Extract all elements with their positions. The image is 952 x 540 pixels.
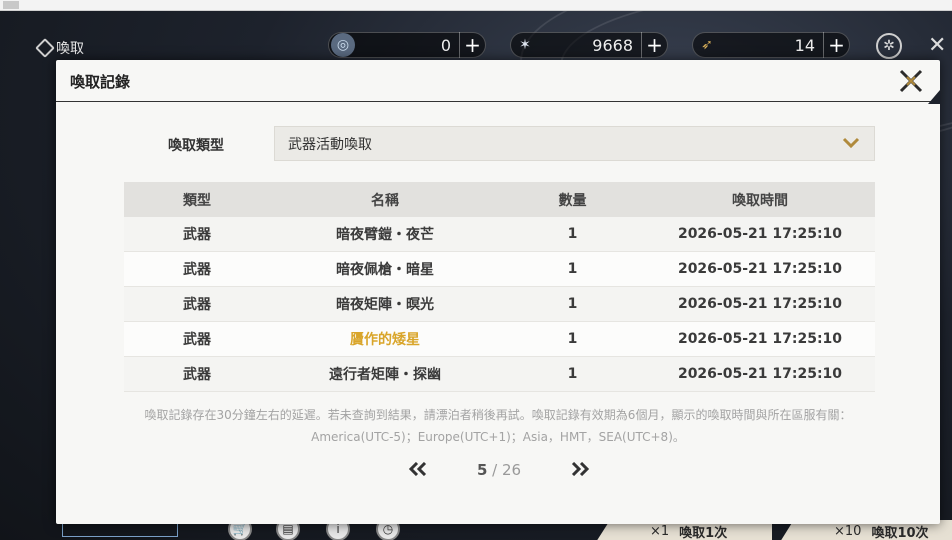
hud-close-icon[interactable]: ✕ — [928, 33, 946, 58]
row-time: 2026-05-21 17:25:10 — [677, 296, 843, 312]
table-body: 武器 暗夜臂鎧・夜芒 1 2026-05-21 17:25:10 武器 暗夜佩槍… — [124, 217, 875, 392]
notice-text: 喚取記錄存在30分鐘左右的延遲。若未查詢到結果，請漂泊者稍後再試。喚取記錄有效期… — [116, 404, 880, 448]
row-name: 暗夜佩槍・暗星 — [336, 262, 434, 278]
table-row: 武器 暗夜臂鎧・夜芒 1 2026-05-21 17:25:10 — [124, 217, 875, 252]
row-type: 武器 — [183, 297, 211, 313]
currency-star: ✶ 9668 + — [510, 32, 668, 58]
row-type: 武器 — [183, 367, 211, 383]
pull-once-count: ×1 — [650, 523, 670, 539]
row-time: 2026-05-21 17:25:10 — [677, 366, 843, 382]
row-quantity: 1 — [567, 296, 578, 312]
hud-title-text: 喚取 — [56, 41, 84, 57]
add-crystal-button[interactable]: + — [459, 32, 485, 58]
row-quantity: 1 — [567, 226, 578, 242]
row-time: 2026-05-21 17:25:10 — [677, 226, 843, 242]
currency-crystal: ◎ 0 + — [328, 32, 486, 58]
currency-feather-value: 14 — [794, 35, 815, 55]
currency-star-value: 9668 — [592, 35, 633, 55]
column-header-time: 喚取時間 — [732, 192, 788, 209]
chevron-down-icon — [842, 134, 860, 153]
filter-selected-value: 武器活動喚取 — [288, 136, 372, 153]
notice-line-2: America(UTC-5)；Europe(UTC+1)；Asia，HMT，SE… — [311, 430, 685, 444]
total-pages: 26 — [501, 461, 522, 479]
row-name: 暗夜矩陣・暝光 — [336, 297, 434, 313]
dialog-header: 喚取記錄 — [56, 60, 940, 102]
close-icon[interactable] — [898, 68, 924, 94]
row-type: 武器 — [183, 332, 211, 348]
row-quantity: 1 — [567, 261, 578, 277]
close-x-icon — [899, 69, 923, 93]
row-quantity: 1 — [567, 331, 578, 347]
current-page: 5 — [476, 461, 488, 479]
currency-feather: ➶ 14 + — [692, 32, 850, 58]
filter-label: 喚取類型 — [168, 138, 224, 154]
table-row: 武器 暗夜佩槍・暗星 1 2026-05-21 17:25:10 — [124, 252, 875, 287]
row-name: 遠行者矩陣・探幽 — [329, 367, 441, 383]
notice-line-1: 喚取記錄存在30分鐘左右的延遲。若未查詢到結果，請漂泊者稍後再試。喚取記錄有效期… — [144, 408, 852, 422]
hud-title: 喚取 — [35, 38, 84, 58]
pull-ten-count: ×10 — [834, 523, 862, 539]
page-indicator: 5 / 26 — [477, 461, 521, 479]
prev-page-button[interactable] — [406, 460, 430, 481]
crystal-orb-icon: ◎ — [331, 33, 355, 57]
pull-once-label: 喚取1次 — [679, 525, 728, 540]
convene-type-select[interactable]: 武器活動喚取 — [274, 126, 875, 161]
next-page-button[interactable] — [568, 460, 592, 481]
convene-gem-icon — [35, 38, 55, 58]
row-time: 2026-05-21 17:25:10 — [677, 331, 843, 347]
double-chevron-right-icon — [571, 461, 590, 476]
add-feather-button[interactable]: + — [823, 32, 849, 58]
row-type: 武器 — [183, 262, 211, 278]
row-time: 2026-05-21 17:25:10 — [677, 261, 843, 277]
star-shard-icon: ✶ — [519, 37, 531, 53]
row-name-rare: 贗作的矮星 — [350, 332, 420, 348]
convene-history-dialog: 喚取記錄 喚取類型 武器活動喚取 類型 名稱 數量 喚取時間 武器 暗夜臂鎧・夜… — [56, 60, 940, 524]
pagination: 5 / 26 — [406, 458, 592, 482]
row-type: 武器 — [183, 227, 211, 243]
table-row: 武器 暗夜矩陣・暝光 1 2026-05-21 17:25:10 — [124, 287, 875, 322]
settings-gear-icon[interactable]: ✲ — [876, 33, 902, 59]
column-header-quantity: 數量 — [558, 192, 587, 209]
add-star-button[interactable]: + — [641, 32, 667, 58]
column-header-type: 類型 — [183, 192, 211, 209]
row-name: 暗夜臂鎧・夜芒 — [336, 227, 434, 243]
table-row: 武器 贗作的矮星 1 2026-05-21 17:25:10 — [124, 322, 875, 357]
table-header: 類型 名稱 數量 喚取時間 — [124, 182, 875, 217]
double-chevron-left-icon — [408, 461, 427, 476]
feather-token-icon: ➶ — [701, 37, 713, 53]
column-header-name: 名稱 — [371, 192, 399, 209]
table-row: 武器 遠行者矩陣・探幽 1 2026-05-21 17:25:10 — [124, 357, 875, 392]
app-icon — [3, 1, 19, 9]
history-table: 類型 名稱 數量 喚取時間 武器 暗夜臂鎧・夜芒 1 2026-05-21 17… — [124, 182, 875, 392]
dialog-title: 喚取記錄 — [70, 73, 131, 91]
pull-ten-label: 喚取10次 — [871, 525, 929, 540]
currency-crystal-value: 0 — [440, 35, 451, 55]
row-quantity: 1 — [567, 366, 578, 382]
window-titlebar — [0, 0, 952, 11]
page-separator: / — [487, 461, 502, 479]
